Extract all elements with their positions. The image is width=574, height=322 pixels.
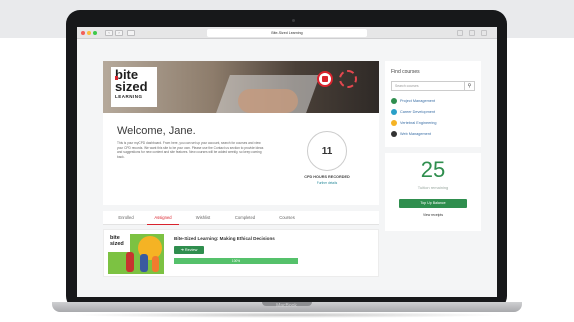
find-courses-card: Find courses Search courses ⚲ Project Ma…: [385, 61, 481, 147]
camera-dot: [292, 19, 295, 22]
back-button[interactable]: ‹: [105, 30, 113, 36]
add-tab-icon[interactable]: [481, 30, 487, 36]
sidebar-toggle-icon[interactable]: [127, 30, 135, 36]
tuition-card: 25 Tuition remaining Top Up Balance View…: [385, 153, 481, 231]
tab-wishlist[interactable]: Wishlist: [187, 211, 219, 225]
maximize-dot-icon[interactable]: [93, 31, 97, 35]
brand-logo[interactable]: bite sized LEARNING: [111, 67, 157, 107]
thumbnail-figure: [152, 256, 159, 272]
course-thumbnail[interactable]: bite sized: [108, 234, 164, 274]
course-tabs: Enrolled Assigned Wishlist Completed Cou…: [103, 211, 379, 225]
engineering-icon: [391, 120, 397, 126]
address-bar[interactable]: Bite-Sized Learning: [207, 29, 367, 37]
thumbnail-figure: [140, 254, 148, 272]
laptop-shadow: [70, 312, 504, 318]
category-label: Career Development: [400, 110, 436, 114]
course-search-input[interactable]: Search courses ⚲: [391, 81, 475, 91]
share-icon[interactable]: [457, 30, 463, 36]
web-management-icon: [391, 131, 397, 137]
thumbnail-figure: [126, 252, 134, 272]
cpd-badge-icon: [339, 70, 357, 88]
dashboard-page: bite sized LEARNING Welcome, Jane. This …: [103, 61, 481, 297]
logo-accent: [115, 76, 118, 80]
minimize-dot-icon[interactable]: [87, 31, 91, 35]
tabs-icon[interactable]: [469, 30, 475, 36]
forward-button[interactable]: ›: [115, 30, 123, 36]
cpd-hours-label: CPD HOURS RECORDED: [304, 175, 350, 179]
category-label: Vertebral Engineering: [400, 121, 437, 125]
course-title[interactable]: Bite-Sized Learning: Making Ethical Deci…: [174, 236, 275, 241]
project-management-icon: [391, 98, 397, 104]
browser-toolbar: ‹ › Bite-Sized Learning: [77, 27, 497, 39]
cpd-hours-value: 11: [321, 146, 333, 157]
close-dot-icon[interactable]: [81, 31, 85, 35]
tuition-value: 25: [420, 157, 446, 182]
accreditation-badge-icon: [317, 71, 333, 87]
course-progress-fill: 100%: [174, 258, 298, 264]
tab-completed[interactable]: Completed: [227, 211, 263, 225]
find-courses-title: Find courses: [391, 69, 420, 75]
logo-line-2: sized: [115, 79, 148, 94]
tab-courses[interactable]: Courses: [271, 211, 303, 225]
course-progress-bar: 100%: [174, 258, 298, 264]
thumbnail-logo: bite sized: [108, 234, 130, 252]
tab-assigned[interactable]: Assigned: [147, 211, 179, 225]
top-up-button[interactable]: Top Up Balance: [399, 199, 467, 208]
view-receipts-link[interactable]: View receipts: [385, 213, 481, 217]
category-label: Project Management: [400, 99, 436, 103]
cpd-hours-ring: 11: [307, 131, 347, 171]
device-label: MacBook: [276, 303, 297, 309]
tab-enrolled[interactable]: Enrolled: [111, 211, 141, 225]
search-icon[interactable]: ⚲: [464, 82, 474, 90]
laptop-screen: ‹ › Bite-Sized Learning bite sized LEARN…: [77, 27, 497, 297]
category-web-management[interactable]: Web Management: [391, 130, 431, 138]
review-label: Review: [184, 248, 198, 252]
hero-hand-image: [238, 89, 298, 113]
welcome-heading: Welcome, Jane.: [117, 125, 196, 137]
welcome-intro: This is your myCPD dashboard. From here,…: [117, 141, 264, 159]
course-item[interactable]: bite sized Bite-Sized Learning: Making E…: [103, 229, 379, 277]
category-vertebral-engineering[interactable]: Vertebral Engineering: [391, 119, 437, 127]
logo-line-3: LEARNING: [115, 94, 143, 99]
search-placeholder: Search courses: [395, 84, 419, 88]
category-label: Web Management: [400, 132, 431, 136]
category-career-development[interactable]: Career Development: [391, 108, 435, 116]
hero-banner: bite sized LEARNING: [103, 61, 379, 113]
tuition-label: Tuition remaining: [417, 185, 449, 190]
category-project-management[interactable]: Project Management: [391, 97, 435, 105]
cpd-details-link[interactable]: Further details: [291, 181, 363, 185]
welcome-card: bite sized LEARNING Welcome, Jane. This …: [103, 61, 379, 205]
review-button[interactable]: ➜ Review: [174, 246, 204, 254]
career-development-icon: [391, 109, 397, 115]
